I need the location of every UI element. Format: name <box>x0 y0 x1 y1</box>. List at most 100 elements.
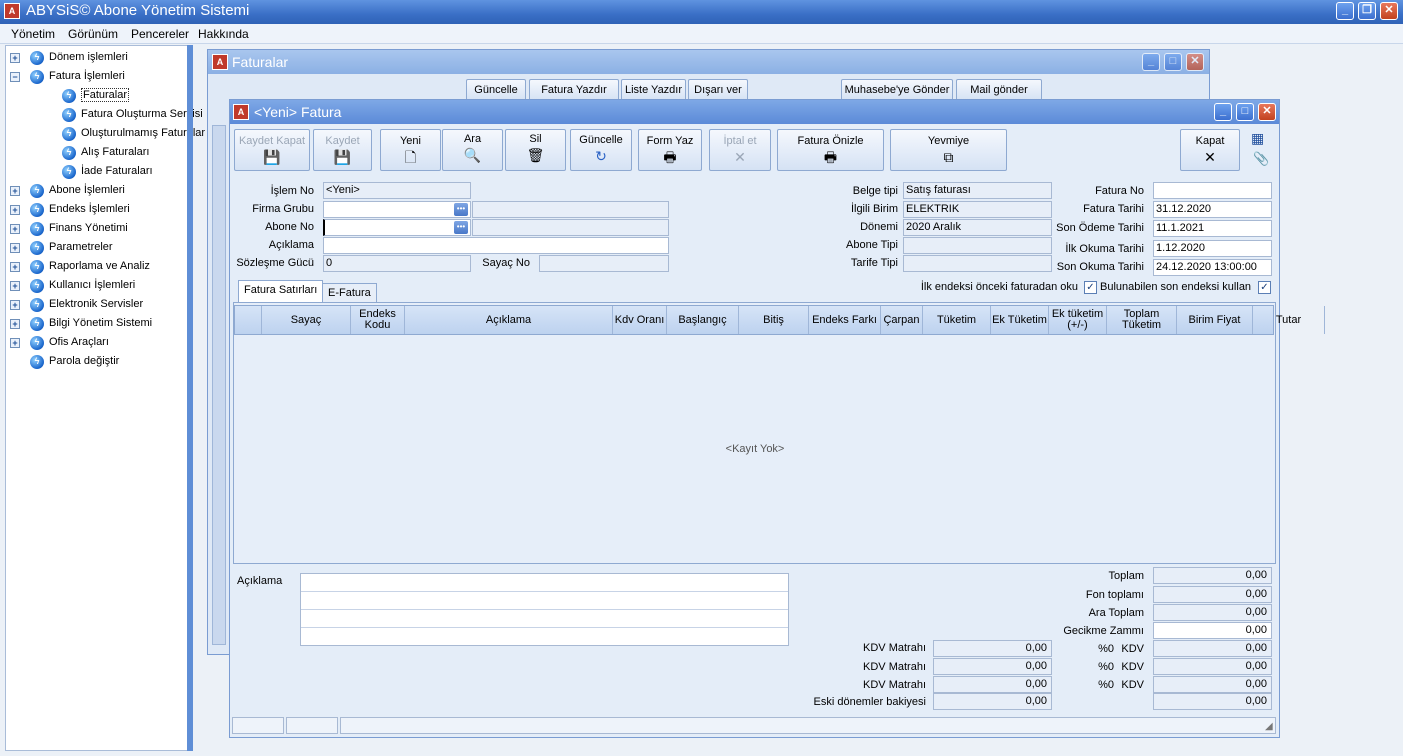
restore-button[interactable]: ❐ <box>1358 2 1376 20</box>
grid-column-header[interactable]: Sayaç <box>262 306 351 334</box>
grid-column-header[interactable]: Endeks Farkı <box>809 306 881 334</box>
globe-icon: ϟ <box>30 51 44 65</box>
tab-fatura-satirlari[interactable]: Fatura Satırları <box>238 280 324 302</box>
faturalar-disari-ver-button[interactable]: Dışarı ver <box>688 79 748 101</box>
ilk-endeks-checkbox[interactable]: ✓ <box>1084 281 1097 294</box>
close-button[interactable]: ✕ <box>1380 2 1398 20</box>
firma-grubu-input[interactable] <box>323 201 471 218</box>
grid-column-header[interactable]: Kdv Oranı <box>613 306 667 334</box>
abone-no-input[interactable] <box>323 219 471 236</box>
kaydet-kapat-button[interactable]: Kaydet Kapat 💾 <box>234 129 310 171</box>
sidebar-item[interactable]: + ϟ Ofis Araçları <box>10 334 185 352</box>
faturalar-maximize-button[interactable]: □ <box>1164 53 1182 71</box>
expand-icon[interactable]: + <box>10 224 20 234</box>
son-odeme-input[interactable]: 11.1.2021 <box>1153 220 1272 237</box>
form-yaz-button[interactable]: Form Yaz 🖶 <box>638 129 702 171</box>
abone-tipi-field <box>903 237 1052 254</box>
sidebar-item[interactable]: ϟ İade Faturaları <box>10 163 185 181</box>
expand-icon[interactable]: + <box>10 186 20 196</box>
menu-gorunum[interactable]: Görünüm <box>68 27 118 41</box>
sidebar-item[interactable]: + ϟ Elektronik Servisler <box>10 296 185 314</box>
menu-yonetim[interactable]: Yönetim <box>11 27 55 41</box>
mail-gonder-button[interactable]: Mail gönder <box>956 79 1042 101</box>
grid-column-header[interactable]: Tutar <box>1253 306 1325 334</box>
faturalar-guncelle-button[interactable]: Güncelle <box>466 79 526 101</box>
sidebar-item[interactable]: + ϟ Finans Yönetimi <box>10 220 185 238</box>
expand-icon[interactable]: + <box>10 205 20 215</box>
expand-icon[interactable]: + <box>10 319 20 329</box>
fatura-maximize-button[interactable]: □ <box>1236 103 1254 121</box>
sidebar-item[interactable]: + ϟ Abone İşlemleri <box>10 182 185 200</box>
grid-column-header[interactable]: Toplam Tüketim <box>1107 306 1177 334</box>
faturalar-liste-yazdir-button[interactable]: Liste Yazdır <box>621 79 686 101</box>
menu-pencereler[interactable]: Pencereler <box>131 27 189 41</box>
globe-icon: ϟ <box>30 184 44 198</box>
menu-hakkinda[interactable]: Hakkında <box>198 27 249 41</box>
alt-aciklama-memo[interactable] <box>300 573 789 646</box>
sidebar-item[interactable]: + ϟ Parametreler <box>10 239 185 257</box>
sidebar-item-label: Parametreler <box>49 241 113 253</box>
ilk-okuma-input[interactable]: 1.12.2020 <box>1153 240 1272 257</box>
firma-grubu-lookup-icon[interactable]: ••• <box>454 203 468 216</box>
son-okuma-input[interactable]: 24.12.2020 13:00:00 <box>1153 259 1272 276</box>
minimize-button[interactable]: _ <box>1336 2 1354 20</box>
ara-button[interactable]: Ara 🔍 <box>442 129 503 171</box>
grid-column-header[interactable]: Açıklama <box>405 306 613 334</box>
grid-column-header[interactable]: Endeks Kodu <box>351 306 405 334</box>
expand-icon[interactable]: + <box>10 262 20 272</box>
faturalar-close-button[interactable]: ✕ <box>1186 53 1204 71</box>
fatura-onizle-button[interactable]: Fatura Önizle 🖶 <box>777 129 884 171</box>
sidebar-item[interactable]: + ϟ Endeks İşlemleri <box>10 201 185 219</box>
sidebar-item[interactable]: ϟ Alış Faturaları <box>10 144 185 162</box>
kaydet-button[interactable]: Kaydet 💾 <box>313 129 372 171</box>
grid-column-header[interactable]: Çarpan <box>881 306 923 334</box>
faturalar-minimize-button[interactable]: _ <box>1142 53 1160 71</box>
kapat-button[interactable]: Kapat ✕ <box>1180 129 1240 171</box>
tab-e-fatura[interactable]: E-Fatura <box>322 283 377 302</box>
grid-column-header[interactable]: Başlangıç <box>667 306 739 334</box>
grid-column-header[interactable]: Ek tüketim (+/-) <box>1049 306 1107 334</box>
grid-column-header[interactable]: Birim Fiyat <box>1177 306 1253 334</box>
guncelle-button[interactable]: Güncelle ↻ <box>570 129 632 171</box>
sidebar-item-label: Fatura İşlemleri <box>49 70 125 82</box>
sidebar-item[interactable]: + ϟ Dönem işlemleri <box>10 49 185 67</box>
sidebar-item[interactable]: ϟ Parola değiştir <box>10 353 185 371</box>
gecikme-input[interactable]: 0,00 <box>1153 622 1272 639</box>
faturalar-yazdir-button[interactable]: Fatura Yazdır <box>529 79 619 101</box>
sidebar-splitter[interactable] <box>187 45 193 751</box>
son-endeks-checkbox[interactable]: ✓ <box>1258 281 1271 294</box>
iptal-button[interactable]: İptal et ✕ <box>709 129 771 171</box>
fatura-no-input[interactable] <box>1153 182 1272 199</box>
paperclip-icon[interactable]: 📎 <box>1253 151 1269 167</box>
expand-icon[interactable]: + <box>10 338 20 348</box>
sidebar-item[interactable]: ϟ Oluşturulmamış Faturalar <box>10 125 205 143</box>
sidebar-item[interactable]: ϟ Faturalar <box>10 87 185 105</box>
fatura-tarihi-input[interactable]: 31.12.2020 <box>1153 201 1272 218</box>
sidebar-item[interactable]: − ϟ Fatura İşlemleri <box>10 68 185 86</box>
grid-column-header[interactable]: Tüketim <box>923 306 991 334</box>
yeni-button[interactable]: Yeni 🗋 <box>380 129 441 171</box>
grid-column-header[interactable]: Bitiş <box>739 306 809 334</box>
fatura-close-button[interactable]: ✕ <box>1258 103 1276 121</box>
fatura-minimize-button[interactable]: _ <box>1214 103 1232 121</box>
resize-grip-icon[interactable]: ◢ <box>1265 721 1273 732</box>
aciklama-input[interactable] <box>323 237 669 254</box>
expand-icon[interactable]: + <box>10 300 20 310</box>
app-logo-icon: A <box>4 3 20 19</box>
sidebar-item[interactable]: ϟ Fatura Oluşturma Servisi <box>10 106 203 124</box>
grid-column-header[interactable]: Ek Tüketim <box>991 306 1049 334</box>
globe-icon: ϟ <box>62 127 76 141</box>
sidebar-item[interactable]: + ϟ Raporlama ve Analiz <box>10 258 185 276</box>
collapse-icon[interactable]: − <box>10 72 20 82</box>
expand-icon[interactable]: + <box>10 243 20 253</box>
grid-indicator-header[interactable] <box>235 306 262 334</box>
sidebar-item[interactable]: + ϟ Kullanıcı İşlemleri <box>10 277 185 295</box>
expand-icon[interactable]: + <box>10 281 20 291</box>
expand-icon[interactable]: + <box>10 53 20 63</box>
muhasebe-gonder-button[interactable]: Muhasebe'ye Gönder <box>841 79 953 101</box>
sidebar-item[interactable]: + ϟ Bilgi Yönetim Sistemi <box>10 315 185 333</box>
calendar-grid-icon[interactable]: ▦ <box>1251 130 1264 147</box>
abone-no-lookup-icon[interactable]: ••• <box>454 221 468 234</box>
sil-button[interactable]: Sil 🗑 <box>505 129 566 171</box>
yevmiye-button[interactable]: Yevmiye ⧉ <box>890 129 1007 171</box>
